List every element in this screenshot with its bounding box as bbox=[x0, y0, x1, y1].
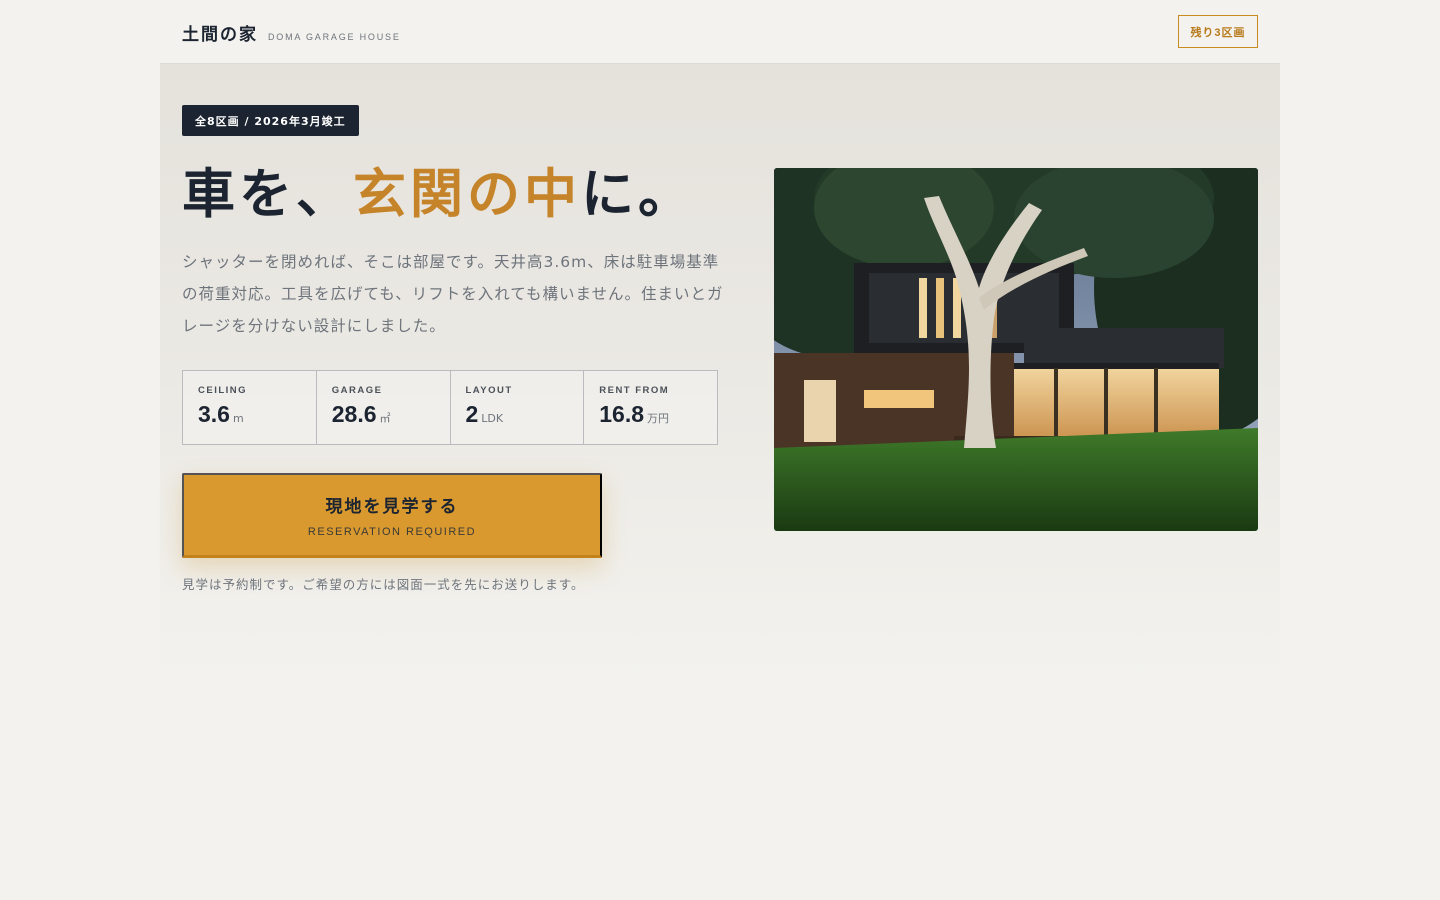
spec-value: 28.6 bbox=[331, 401, 377, 427]
spec-label: GARAGE bbox=[331, 385, 383, 396]
spec-garage: GARAGE 28.6 ㎡ bbox=[317, 371, 451, 444]
spec-value: 3.6 bbox=[198, 401, 230, 427]
units-badge: 全8区画 / 2026年3月竣工 bbox=[182, 105, 359, 136]
spec-label: CEILING bbox=[198, 385, 248, 396]
cta-subtitle: RESERVATION REQUIRED bbox=[307, 526, 477, 538]
remaining-units-button[interactable]: 残り3区画 bbox=[1178, 15, 1258, 48]
brand-subtitle: DOMA GARAGE HOUSE bbox=[268, 32, 401, 42]
spec-unit: LDK bbox=[481, 412, 504, 425]
headline-accent: 玄関の中 bbox=[353, 164, 581, 225]
spec-unit: m bbox=[232, 412, 244, 425]
visit-reservation-button[interactable]: 現地を見学する RESERVATION REQUIRED bbox=[182, 473, 602, 558]
spec-label: LAYOUT bbox=[465, 385, 513, 396]
brand-logo[interactable]: 土間の家 DOMA GARAGE HOUSE bbox=[182, 20, 401, 45]
spec-layout: LAYOUT 2 LDK bbox=[451, 371, 585, 444]
reservation-note: 見学は予約制です。ご希望の方には図面一式を先にお送りします。 bbox=[182, 577, 585, 592]
cta-title: 現地を見学する bbox=[325, 497, 459, 516]
house-photo bbox=[774, 168, 1258, 531]
site-header: 土間の家 DOMA GARAGE HOUSE 残り3区画 bbox=[160, 0, 1280, 64]
hero-section: 全8区画 / 2026年3月竣工 車を、玄関の中に。 シャッターを閉めれば、そこ… bbox=[160, 64, 1280, 684]
hero-lead-text: シャッターを閉めれば、そこは部屋です。天井高3.6m、床は駐車場基準の荷重対応。… bbox=[182, 253, 724, 335]
spec-label: RENT FROM bbox=[599, 385, 670, 396]
hero-headline: 車を、玄関の中に。 bbox=[182, 160, 695, 230]
spec-value: 16.8 bbox=[599, 401, 645, 427]
spec-rent: RENT FROM 16.8 万円 bbox=[584, 371, 717, 444]
brand-name: 土間の家 bbox=[182, 25, 258, 45]
spec-value: 2 bbox=[465, 401, 479, 427]
spec-table: CEILING 3.6 m GARAGE 28.6 ㎡ LAYOUT 2 LDK… bbox=[182, 370, 718, 445]
spec-ceiling: CEILING 3.6 m bbox=[183, 371, 317, 444]
spec-unit: 万円 bbox=[647, 412, 670, 425]
headline-part1: 車を、 bbox=[182, 164, 353, 225]
spec-unit: ㎡ bbox=[379, 412, 391, 425]
headline-part2: に。 bbox=[581, 164, 695, 225]
